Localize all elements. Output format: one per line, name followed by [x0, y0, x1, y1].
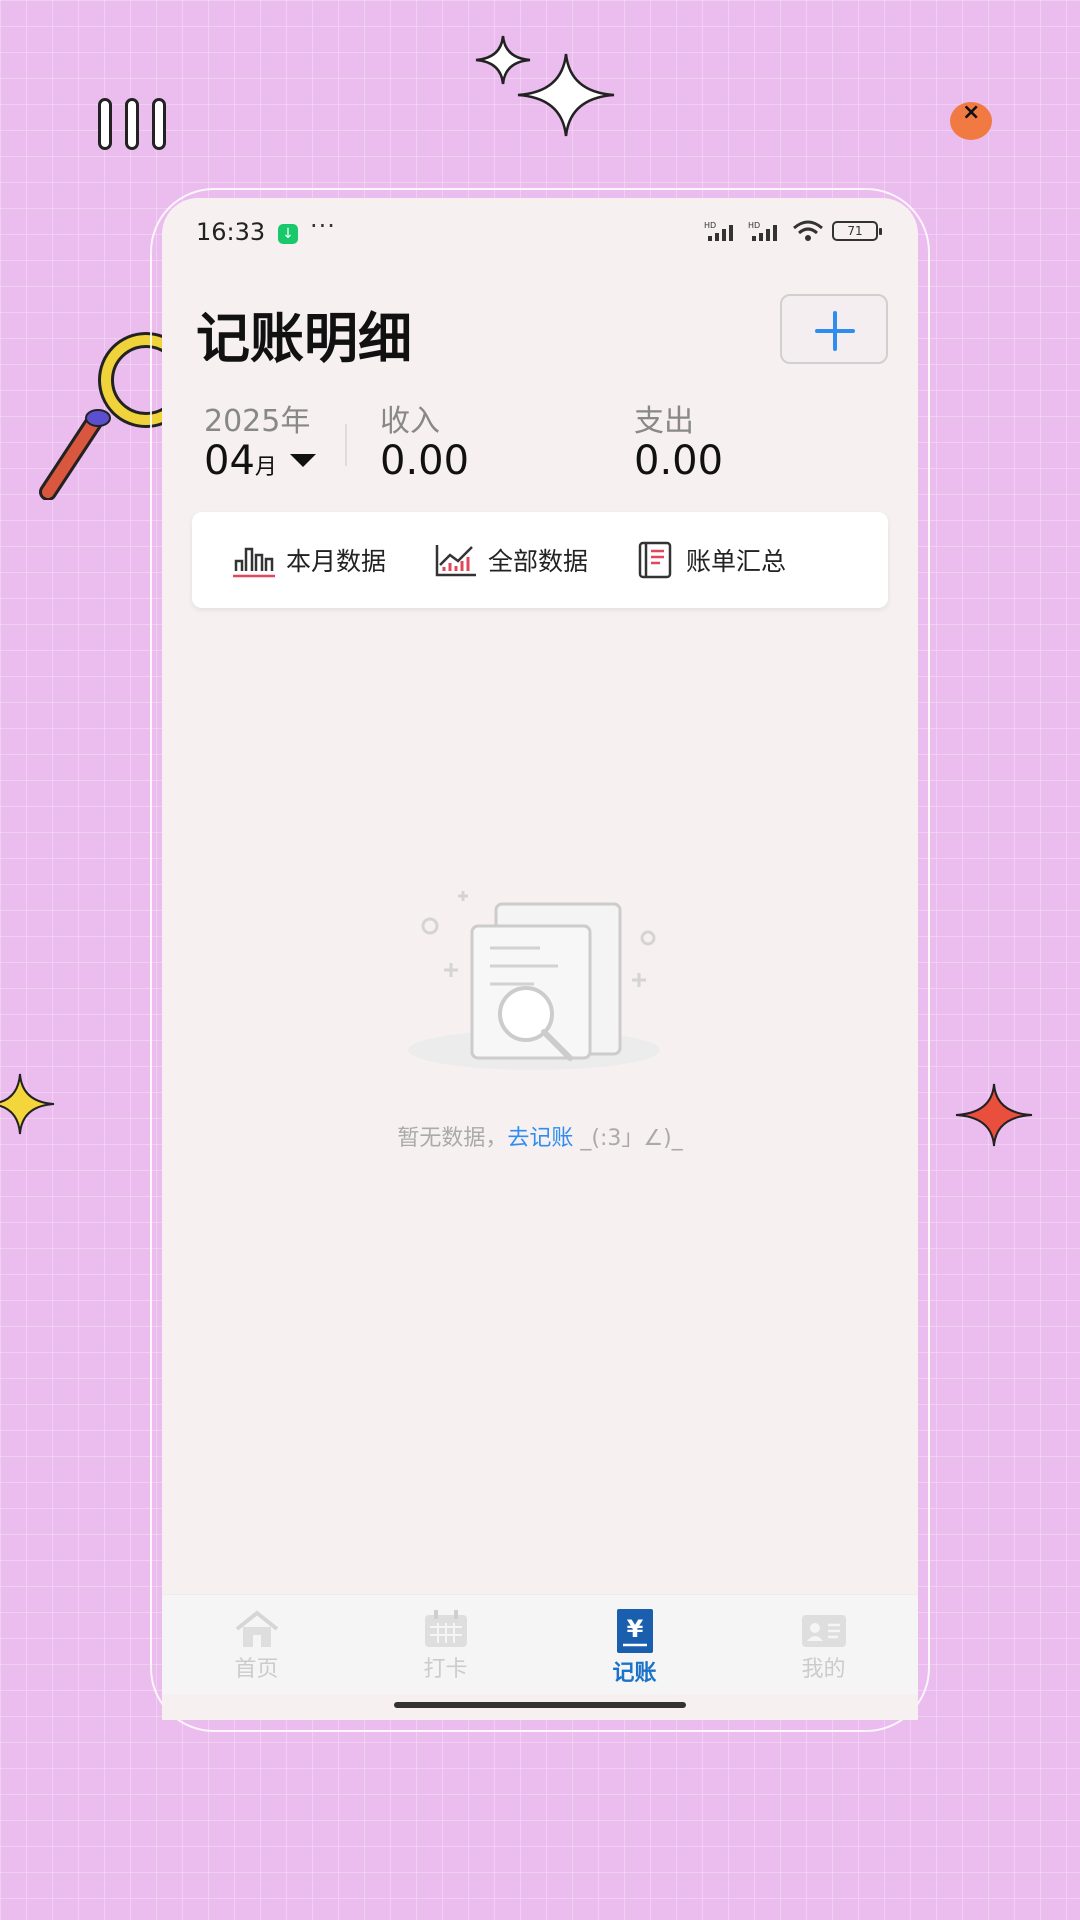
nav-label: 首页: [234, 1657, 279, 1682]
close-dot-decoration: ×: [950, 100, 992, 140]
svg-text:HD: HD: [748, 221, 760, 230]
nav-item-home[interactable]: 首页: [162, 1595, 351, 1694]
month-selector[interactable]: 04月: [204, 438, 277, 484]
tab-bill-summary[interactable]: 账单汇总: [636, 540, 786, 580]
nav-label: 记账: [612, 1661, 657, 1686]
empty-document-search-icon: [408, 891, 660, 1070]
nav-item-mine[interactable]: 我的: [729, 1595, 918, 1694]
download-icon: ↓: [278, 224, 298, 244]
nav-label: 打卡: [423, 1657, 468, 1682]
wifi-icon: [793, 220, 823, 241]
income-label: 收入: [380, 404, 440, 439]
empty-state-message: 暂无数据，去记账 _(:3」∠)_: [162, 1120, 918, 1152]
nav-item-accounting[interactable]: ¥ 记账: [540, 1595, 729, 1694]
signal-icon: HD: [748, 221, 777, 241]
nav-label: 我的: [801, 1657, 846, 1682]
home-icon: [235, 1610, 278, 1647]
status-more: ···: [310, 212, 336, 240]
trend-chart-icon: [435, 545, 477, 577]
empty-text: 暂无数据，: [397, 1126, 508, 1151]
tab-all-data[interactable]: 全部数据: [434, 541, 588, 579]
sparkle-large-icon: [517, 53, 615, 137]
tab-label: 本月数据: [286, 547, 387, 576]
status-time: 16:33: [196, 218, 266, 246]
income-value: 0.00: [380, 438, 470, 484]
data-tabs: 本月数据 全部数据 账单汇总: [192, 512, 888, 608]
svg-text:¥: ¥: [626, 1615, 643, 1643]
add-record-button[interactable]: [780, 294, 888, 364]
home-indicator: [394, 1702, 686, 1708]
month-value: 04: [204, 438, 255, 484]
svg-text:HD: HD: [704, 221, 716, 230]
bottom-nav: 首页 打卡 ¥ 记账 我的: [162, 1594, 918, 1694]
tab-month-data[interactable]: 本月数据: [232, 541, 386, 579]
phone-screen: 16:33 ↓ ··· HD HD 71 记账明细 2025年 04月 收入 0…: [162, 198, 918, 1720]
sparkle-red-icon: [955, 1083, 1033, 1147]
profile-card-icon: [801, 1615, 846, 1647]
go-record-link[interactable]: 去记账: [507, 1126, 573, 1151]
nav-item-checkin[interactable]: 打卡: [351, 1595, 540, 1694]
tab-label: 账单汇总: [686, 547, 787, 576]
yen-icon: ¥: [616, 1609, 653, 1653]
emoticon: _(:3」∠)_: [580, 1126, 683, 1151]
expense-label: 支出: [634, 404, 694, 439]
expense-value: 0.00: [634, 438, 724, 484]
magnifier-decoration-icon: [39, 332, 166, 500]
caret-down-icon[interactable]: [290, 454, 316, 467]
page-title: 记账明细: [196, 306, 412, 370]
bill-list-icon: [638, 541, 672, 579]
year-label: 2025年: [204, 404, 311, 439]
sparkle-yellow-icon: [0, 1073, 55, 1135]
battery-icon: 71: [832, 221, 882, 241]
divider: [345, 424, 347, 466]
signal-icon: HD: [704, 221, 733, 241]
tab-label: 全部数据: [488, 547, 589, 576]
status-indicators: HD HD 71: [704, 220, 882, 242]
bar-chart-icon: [233, 547, 275, 578]
menu-bars-decoration: [98, 98, 170, 150]
calendar-icon: [424, 1610, 467, 1647]
month-suffix: 月: [254, 455, 277, 480]
